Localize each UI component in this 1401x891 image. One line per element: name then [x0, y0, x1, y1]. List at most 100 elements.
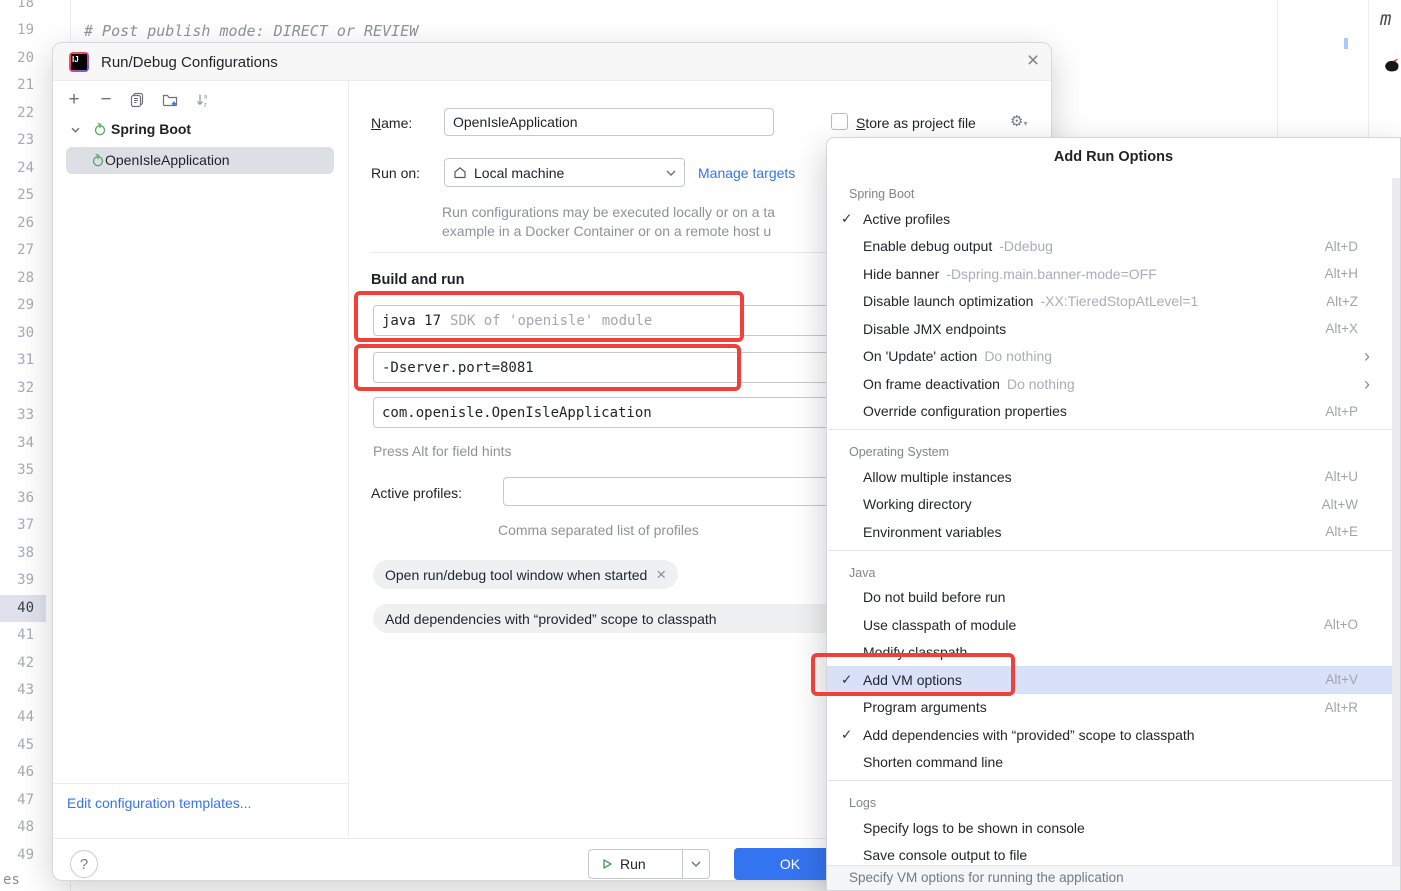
- menu-item-label: Do not build before run: [863, 589, 1005, 605]
- chip-open-run-debug-tool-window[interactable]: Open run/debug tool window when started …: [373, 560, 678, 589]
- chip-add-dependencies-provided[interactable]: Add dependencies with “provided” scope t…: [373, 604, 851, 633]
- line-number-22: 22: [0, 100, 34, 127]
- menu-item-program-arguments[interactable]: Program argumentsAlt+R: [827, 694, 1400, 722]
- ok-button-label: OK: [780, 856, 800, 872]
- menu-item-label: Shorten command line: [863, 754, 1003, 770]
- tree-item-spring-boot[interactable]: Spring Boot: [93, 121, 191, 137]
- line-number-26: 26: [0, 210, 34, 237]
- menu-item-allow-multiple-instances[interactable]: Allow multiple instancesAlt+U: [827, 463, 1400, 491]
- help-button[interactable]: ?: [70, 850, 98, 878]
- line-number-23: 23: [0, 127, 34, 154]
- submenu-arrow-icon: ›: [1364, 375, 1370, 393]
- line-number-28: 28: [0, 265, 34, 292]
- menu-item-label: Working directory: [863, 496, 972, 512]
- line-number-48: 48: [0, 814, 34, 841]
- chevron-down-icon[interactable]: [71, 127, 80, 133]
- menu-item-shorten-command-line[interactable]: Shorten command line: [827, 749, 1400, 777]
- menu-item-label: Disable launch optimization: [863, 293, 1033, 309]
- menu-item-override-configuration-properties[interactable]: Override configuration propertiesAlt+P: [827, 398, 1400, 426]
- active-profiles-label: Active profiles:: [371, 485, 462, 501]
- copy-configuration-icon[interactable]: [126, 89, 148, 111]
- menu-item-label: Override configuration properties: [863, 403, 1067, 419]
- tree-child-label: OpenIsleApplication: [105, 152, 230, 168]
- line-number-42: 42: [0, 650, 34, 677]
- spring-boot-icon: [91, 153, 105, 167]
- menu-item-specify-logs-to-be-shown-in-console[interactable]: Specify logs to be shown in console: [827, 814, 1400, 842]
- remove-configuration-button[interactable]: −: [95, 89, 117, 111]
- sort-alphabetically-icon[interactable]: az: [192, 89, 214, 111]
- name-input[interactable]: OpenIsleApplication: [444, 108, 774, 136]
- active-profiles-hint: Comma separated list of profiles: [498, 522, 699, 538]
- menu-item-shortcut: Alt+O: [1324, 617, 1358, 632]
- line-number-31: 31: [0, 347, 34, 374]
- add-configuration-button[interactable]: +: [63, 89, 85, 111]
- run-options-menu-body: Spring Boot✓Active profilesEnable debug …: [827, 176, 1400, 869]
- run-button-label: Run: [620, 856, 646, 872]
- bird-icon: [1382, 56, 1401, 73]
- menu-item-enable-debug-output[interactable]: Enable debug output-DdebugAlt+D: [827, 233, 1400, 261]
- tree-root-label: Spring Boot: [111, 121, 191, 137]
- menu-item-label: On frame deactivation: [863, 376, 1000, 392]
- line-number-38: 38: [0, 540, 34, 567]
- menu-item-do-not-build-before-run[interactable]: Do not build before run: [827, 584, 1400, 612]
- annotation-rect-add-vm-options-item: [811, 653, 1015, 696]
- checkmark-icon: ✓: [841, 727, 863, 743]
- menu-item-hint: -XX:TieredStopAtLevel=1: [1040, 293, 1198, 309]
- line-number-41: 41: [0, 622, 34, 649]
- menu-item-disable-jmx-endpoints[interactable]: Disable JMX endpointsAlt+X: [827, 315, 1400, 343]
- menu-item-working-directory[interactable]: Working directoryAlt+W: [827, 491, 1400, 519]
- edit-configuration-templates-link[interactable]: Edit configuration templates...: [67, 795, 251, 811]
- close-icon[interactable]: ×: [656, 565, 666, 585]
- editor-partial-text: es: [3, 872, 20, 888]
- menu-section-header-java: Java: [827, 555, 1400, 584]
- store-as-project-file-label: Store as project file: [856, 115, 976, 131]
- manage-targets-link[interactable]: Manage targets: [698, 165, 795, 181]
- menu-item-environment-variables[interactable]: Environment variablesAlt+E: [827, 518, 1400, 546]
- menu-item-label: Use classpath of module: [863, 617, 1016, 633]
- menu-item-on-frame-deactivation[interactable]: On frame deactivation Do nothing ›: [827, 370, 1400, 398]
- store-as-project-file-checkbox[interactable]: [831, 113, 848, 130]
- run-icon: [601, 858, 613, 870]
- menu-item-label: Active profiles: [863, 211, 950, 227]
- main-class-input[interactable]: com.openisle.OpenIsleApplication: [373, 397, 855, 428]
- build-and-run-heading: Build and run: [371, 272, 464, 288]
- line-number-39: 39: [0, 567, 34, 594]
- chevron-down-icon: [666, 170, 676, 176]
- line-number-34: 34: [0, 430, 34, 457]
- run-on-hint-line2: example in a Docker Container or on a re…: [442, 223, 771, 239]
- menu-item-shortcut: Alt+V: [1325, 672, 1358, 687]
- menu-item-label: Add dependencies with “provided” scope t…: [863, 727, 1195, 743]
- menu-item-active-profiles[interactable]: ✓Active profiles: [827, 205, 1400, 233]
- close-icon[interactable]: ×: [1020, 49, 1046, 75]
- menu-section-header-spring-boot: Spring Boot: [827, 176, 1400, 205]
- menu-item-use-classpath-of-module[interactable]: Use classpath of module Alt+O: [827, 611, 1400, 639]
- gear-icon[interactable]: ⚙▾: [1010, 112, 1027, 130]
- new-folder-icon[interactable]: [159, 89, 181, 111]
- line-number-18: 18: [0, 0, 34, 17]
- menu-item-hide-banner[interactable]: Hide banner-Dspring.main.banner-mode=OFF…: [827, 260, 1400, 288]
- tree-item-openisleapplication[interactable]: OpenIsleApplication: [91, 152, 230, 168]
- menu-item-label: Enable debug output: [863, 238, 992, 254]
- spring-boot-icon: [93, 122, 107, 136]
- annotation-rect-jdk-field: [354, 291, 744, 342]
- run-on-select[interactable]: Local machine: [444, 158, 685, 187]
- line-number-49: 49: [0, 842, 34, 869]
- run-on-value: Local machine: [474, 165, 564, 181]
- dialog-title: Run/Debug Configurations: [101, 54, 278, 71]
- menu-item-on-update-action[interactable]: On 'Update' actionDo nothing›: [827, 343, 1400, 371]
- chevron-down-icon[interactable]: [683, 861, 709, 867]
- menu-item-hint: Do nothing: [1007, 376, 1075, 392]
- menu-item-disable-launch-optimization[interactable]: Disable launch optimization -XX:TieredSto…: [827, 288, 1400, 316]
- menu-item-add-dependencies-with-provided-scope-to-classpath[interactable]: ✓Add dependencies with “provided” scope …: [827, 721, 1400, 749]
- popup-scrollbar[interactable]: [1392, 178, 1400, 865]
- intellij-logo-icon: IJ: [69, 52, 89, 72]
- run-button[interactable]: Run: [588, 849, 710, 879]
- menu-item-hint: Do nothing: [984, 348, 1052, 364]
- add-run-options-popup: Add Run Options Spring Boot✓Active profi…: [826, 137, 1401, 891]
- svg-text:z: z: [204, 101, 207, 108]
- menu-item-label: Hide banner: [863, 266, 939, 282]
- chip-label: Add dependencies with “provided” scope t…: [385, 611, 717, 627]
- menu-item-shortcut: Alt+D: [1325, 239, 1358, 254]
- line-number-20: 20: [0, 45, 34, 72]
- line-number-40: 40: [0, 595, 34, 622]
